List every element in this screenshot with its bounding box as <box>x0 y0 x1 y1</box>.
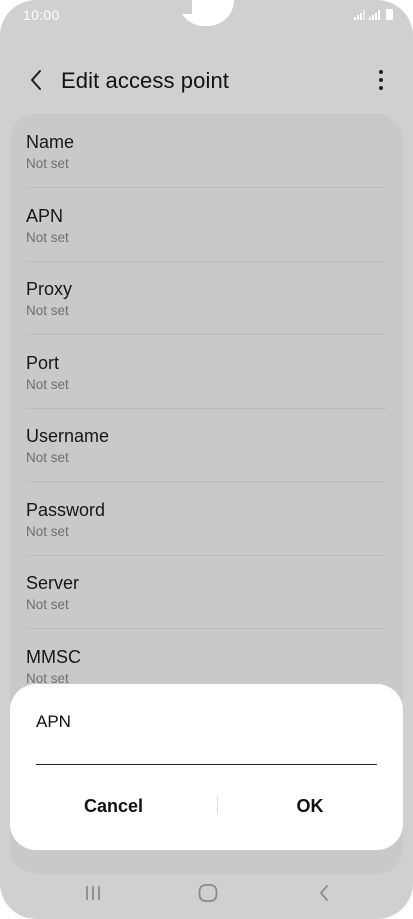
item-label: Password <box>26 500 106 520</box>
dialog-buttons: Cancel OK <box>10 784 403 828</box>
item-value: Not set <box>26 156 69 171</box>
navigation-bar <box>0 866 413 919</box>
recent-apps-icon <box>86 886 100 900</box>
item-value: Not set <box>26 377 69 392</box>
list-item-apn[interactable]: APN Not set <box>26 188 387 262</box>
recent-apps-button[interactable] <box>73 880 113 906</box>
apn-dialog: APN Cancel OK <box>10 684 403 850</box>
home-button[interactable] <box>188 880 228 906</box>
signal-icon <box>369 10 380 20</box>
phone-screen: 10:00 Edit access point Name Not set APN… <box>0 0 413 919</box>
back-button[interactable] <box>22 66 50 94</box>
list-item-name[interactable]: Name Not set <box>26 114 387 188</box>
ok-button[interactable]: OK <box>217 784 403 828</box>
item-value: Not set <box>26 597 69 612</box>
item-value: Not set <box>26 524 69 539</box>
more-vertical-icon <box>379 70 383 74</box>
cancel-button[interactable]: Cancel <box>10 784 217 828</box>
status-icons <box>354 9 393 20</box>
more-options-button[interactable] <box>373 68 389 92</box>
item-value: Not set <box>26 450 69 465</box>
status-time: 10:00 <box>23 7 60 23</box>
list-item-proxy[interactable]: Proxy Not set <box>26 261 387 335</box>
item-label: Port <box>26 353 60 373</box>
signal-icon <box>354 10 365 20</box>
list-item-port[interactable]: Port Not set <box>26 335 387 409</box>
item-value: Not set <box>26 303 69 318</box>
dialog-title: APN <box>36 712 71 731</box>
app-bar: Edit access point <box>0 52 413 108</box>
apn-input[interactable] <box>36 742 377 765</box>
back-icon <box>320 885 328 901</box>
list-item-password[interactable]: Password Not set <box>26 482 387 556</box>
chevron-left-icon <box>31 70 41 90</box>
home-icon <box>198 884 218 902</box>
list-item-username[interactable]: Username Not set <box>26 408 387 482</box>
page-title: Edit access point <box>61 68 230 93</box>
item-label: Proxy <box>26 279 73 299</box>
item-label: APN <box>26 206 64 226</box>
battery-icon <box>386 9 393 20</box>
item-label: MMSC <box>26 647 81 667</box>
item-label: Name <box>26 132 75 152</box>
list-item-server[interactable]: Server Not set <box>26 555 387 629</box>
nav-back-button[interactable] <box>304 880 344 906</box>
item-value: Not set <box>26 230 69 245</box>
item-label: Server <box>26 573 80 593</box>
item-label: Username <box>26 426 110 446</box>
